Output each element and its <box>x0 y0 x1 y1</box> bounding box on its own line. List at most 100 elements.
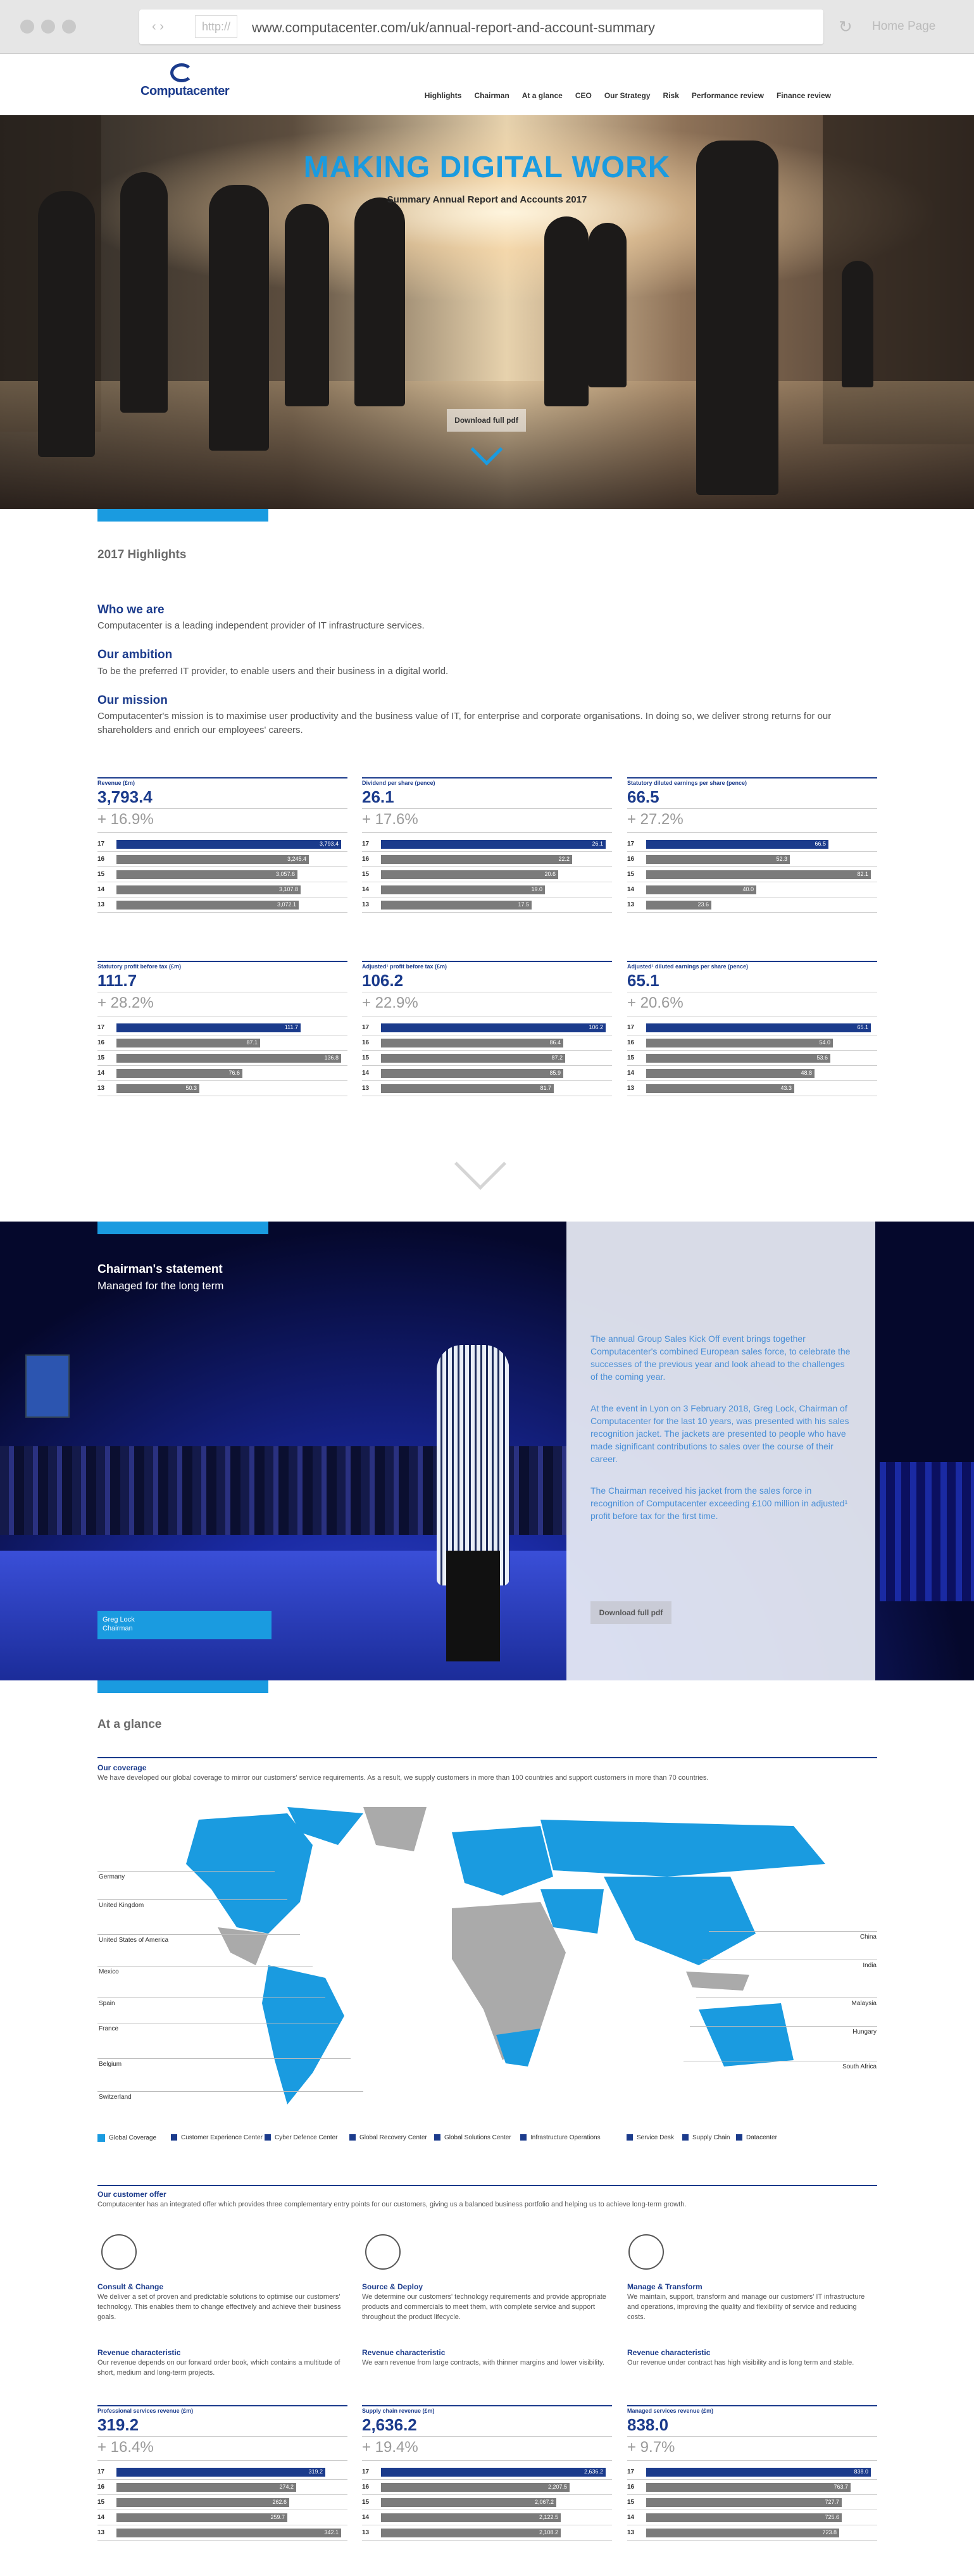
kpi-bar-value: 763.7 <box>834 2484 848 2490</box>
country-label: Switzerland <box>99 2094 132 2101</box>
highlights-title: 2017 Highlights <box>97 548 187 561</box>
kpi-value: 319.2 <box>97 2415 347 2437</box>
commuter-silhouette <box>842 261 873 387</box>
kpi-value: 3,793.4 <box>97 787 347 809</box>
kpi-bar-chart: 17 65.1 16 54.0 15 53.6 14 48.8 13 43.3 <box>627 1020 877 1096</box>
legend-item: Datacenter <box>736 2134 777 2141</box>
revenue-characteristic-heading: Revenue characteristic <box>97 2348 181 2357</box>
kpi-bar: 23.6 <box>646 901 711 910</box>
download-full-pdf-button[interactable]: Download full pdf <box>590 1601 671 1624</box>
kpi-bar: 259.7 <box>116 2513 287 2522</box>
kpi-bar: 3,057.6 <box>116 870 297 879</box>
kpi-year: 17 <box>362 841 370 847</box>
kpi-bar: 838.0 <box>646 2468 871 2477</box>
country-label: South Africa <box>842 2063 877 2070</box>
scroll-down-chevron-icon[interactable] <box>454 1137 507 1191</box>
kpi-bar-row: 16 763.7 <box>627 2480 877 2495</box>
nav-chairman[interactable]: Chairman <box>474 91 509 100</box>
kpi-year: 17 <box>97 841 105 847</box>
kpi-bar: 3,072.1 <box>116 901 299 910</box>
revenue-characteristic-text: We earn revenue from large contracts, wi… <box>362 2359 604 2367</box>
nav-performance-review[interactable]: Performance review <box>692 91 764 100</box>
kpi-year: 13 <box>362 1085 370 1092</box>
kpi-card: Statutory profit before tax (£m) 111.7 + 2… <box>97 961 347 1096</box>
kpi-bar: 76.6 <box>116 1069 242 1078</box>
kpi-bar-row: 17 2,636.2 <box>362 2465 612 2480</box>
kpi-bar-value: 725.6 <box>825 2514 839 2520</box>
kpi-bar: 50.3 <box>116 1084 199 1093</box>
kpi-bar-row: 14 725.6 <box>627 2510 877 2525</box>
kpi-bar-row: 14 48.8 <box>627 1066 877 1081</box>
kpi-bar-value: 838.0 <box>854 2468 868 2475</box>
legend-item: Global Coverage <box>97 2134 156 2142</box>
nav-at-a-glance[interactable]: At a glance <box>522 91 563 100</box>
download-full-pdf-button[interactable]: Download full pdf <box>447 409 526 432</box>
kpi-card: Adjusted¹ diluted earnings per share (pe… <box>627 961 877 1096</box>
address-bar[interactable]: ‹ › http:// www.computacenter.com/uk/ann… <box>139 9 823 44</box>
kpi-year: 14 <box>97 1070 105 1077</box>
kpi-bar-row: 16 274.2 <box>97 2480 347 2495</box>
datacenter-icon <box>736 2134 742 2141</box>
kpi-bar-value: 342.1 <box>324 2529 339 2535</box>
kpi-bar-value: 43.3 <box>780 1085 792 1091</box>
commuter-silhouette <box>696 141 778 495</box>
kpi-bar-value: 723.8 <box>822 2529 837 2535</box>
kpi-card: Managed services revenue (£m) 838.0 + 9.7%… <box>627 2405 877 2541</box>
legend-label: Global Coverage <box>109 2134 157 2142</box>
reload-icon[interactable]: ↻ <box>839 17 852 37</box>
service-desk-icon <box>627 2134 633 2141</box>
legend-item: Customer Experience Center <box>171 2134 263 2141</box>
global-recovery-center-icon <box>349 2134 356 2141</box>
customer-offer-heading: Our customer offer <box>97 2190 166 2199</box>
computacenter-logo[interactable]: Computacenter <box>140 63 230 108</box>
legend-item: Supply Chain <box>682 2134 730 2141</box>
kpi-bar-row: 17 106.2 <box>362 1020 612 1035</box>
window-close-dot[interactable] <box>20 20 34 34</box>
kpi-card: Dividend per share (pence) 26.1 + 17.6% 17 2… <box>362 777 612 913</box>
kpi-bar-value: 2,108.2 <box>539 2529 558 2535</box>
kpi-bar: 26.1 <box>381 840 606 849</box>
chairman-subtitle: Managed for the long term <box>97 1280 224 1292</box>
kpi-bar: 2,636.2 <box>381 2468 606 2477</box>
back-forward-icon[interactable]: ‹ › <box>152 20 164 34</box>
kpi-bar-row: 16 86.4 <box>362 1035 612 1051</box>
window-maximize-dot[interactable] <box>62 20 76 34</box>
kpi-bar-value: 2,636.2 <box>584 2468 603 2475</box>
kpi-year: 14 <box>362 1070 370 1077</box>
nav-our-strategy[interactable]: Our Strategy <box>604 91 651 100</box>
kpi-bar: 87.2 <box>381 1054 565 1063</box>
kpi-bar: 111.7 <box>116 1023 301 1032</box>
nav-ceo[interactable]: CEO <box>575 91 592 100</box>
nav-risk[interactable]: Risk <box>663 91 679 100</box>
revenue-characteristic-text: Our revenue under contract has high visi… <box>627 2359 854 2367</box>
kpi-year: 16 <box>97 2484 105 2491</box>
our-mission-text: Computacenter's mission is to maximise u… <box>97 711 832 722</box>
kpi-label: Adjusted¹ profit before tax (£m) <box>362 963 447 970</box>
country-label: Spain <box>99 2000 115 2007</box>
commuter-silhouette <box>544 216 589 406</box>
our-coverage-heading: Our coverage <box>97 1763 147 1772</box>
kpi-year: 15 <box>97 2499 105 2506</box>
window-minimize-dot[interactable] <box>41 20 55 34</box>
home-page-link[interactable]: Home Page <box>872 20 935 34</box>
map-australia <box>699 2003 794 2066</box>
kpi-bar-value: 319.2 <box>308 2468 323 2475</box>
country-leader-line <box>97 2058 351 2059</box>
nav-highlights[interactable]: Highlights <box>425 91 462 100</box>
kpi-change: + 9.7% <box>627 2437 877 2461</box>
kpi-bar-row: 16 52.3 <box>627 852 877 867</box>
commuter-silhouette <box>38 191 95 457</box>
country-label: Germany <box>99 1873 125 1880</box>
kpi-bar-row: 16 22.2 <box>362 852 612 867</box>
revenue-characteristic-heading: Revenue characteristic <box>627 2348 711 2357</box>
commuter-silhouette <box>589 223 627 387</box>
kpi-bar: 53.6 <box>646 1054 830 1063</box>
kpi-bar-value: 87.1 <box>246 1039 258 1046</box>
kpi-bar: 723.8 <box>646 2529 839 2537</box>
kpi-bar-row: 13 342.1 <box>97 2525 347 2541</box>
url-text[interactable]: www.computacenter.com/uk/annual-report-a… <box>252 20 655 36</box>
kpi-bar: 86.4 <box>381 1039 563 1047</box>
kpi-change: + 27.2% <box>627 809 877 833</box>
nav-finance-review[interactable]: Finance review <box>777 91 831 100</box>
kpi-change: + 19.4% <box>362 2437 612 2461</box>
